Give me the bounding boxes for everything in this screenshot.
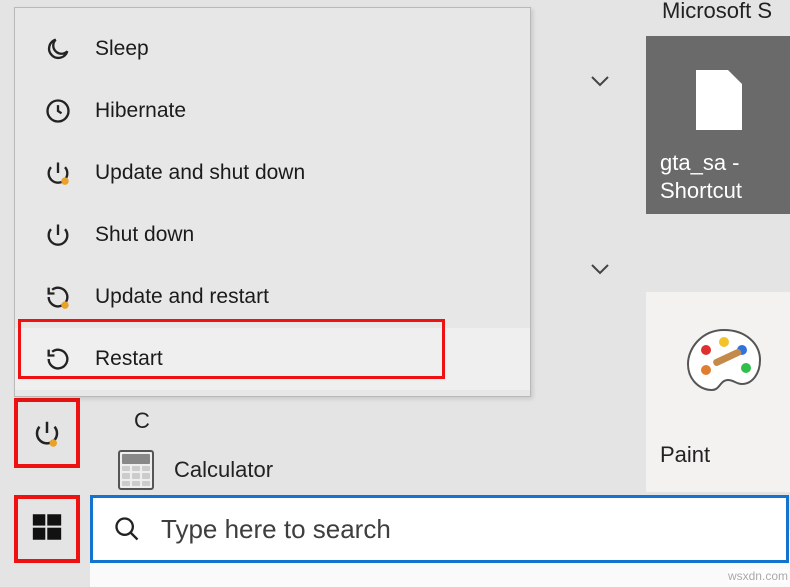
tile-paint[interactable]: Paint	[646, 292, 790, 492]
tile-label: Shortcut	[660, 178, 742, 204]
app-list-letter-header[interactable]: C	[134, 408, 150, 434]
menu-item-sleep[interactable]: Sleep	[15, 18, 530, 80]
power-button[interactable]	[14, 398, 80, 468]
restart-icon	[43, 344, 73, 374]
menu-item-label: Sleep	[95, 37, 149, 61]
power-icon	[43, 220, 73, 250]
power-update-icon	[43, 158, 73, 188]
menu-item-restart[interactable]: Restart	[15, 328, 530, 390]
windows-logo-icon	[30, 510, 64, 549]
calculator-icon	[118, 450, 154, 490]
search-placeholder: Type here to search	[161, 514, 391, 545]
menu-item-label: Restart	[95, 347, 163, 371]
tile-group-label[interactable]: Microsoft S	[662, 0, 772, 24]
start-button[interactable]	[14, 495, 80, 563]
menu-item-shutdown[interactable]: Shut down	[15, 204, 530, 266]
chevron-down-icon[interactable]	[590, 262, 610, 274]
power-update-icon	[32, 418, 62, 448]
paint-palette-icon	[684, 326, 764, 394]
chevron-down-icon[interactable]	[590, 74, 610, 86]
tile-label: gta_sa -	[660, 150, 740, 176]
moon-icon	[43, 34, 73, 64]
search-icon	[113, 515, 141, 543]
menu-item-update-restart[interactable]: Update and restart	[15, 266, 530, 328]
power-options-menu: Sleep Hibernate Update and shut down Shu…	[14, 7, 531, 397]
start-tile-panel: Microsoft S gta_sa - Shortcut Paint	[630, 0, 790, 530]
watermark: wsxdn.com	[728, 569, 788, 583]
menu-item-label: Update and shut down	[95, 161, 305, 185]
taskbar-search[interactable]: Type here to search	[90, 495, 789, 563]
clock-icon	[43, 96, 73, 126]
menu-item-label: Hibernate	[95, 99, 186, 123]
restart-update-icon	[43, 282, 73, 312]
menu-item-label: Update and restart	[95, 285, 269, 309]
tile-gta-shortcut[interactable]: gta_sa - Shortcut	[646, 36, 790, 214]
document-icon	[696, 70, 742, 130]
menu-item-update-shutdown[interactable]: Update and shut down	[15, 142, 530, 204]
app-list-item-calculator[interactable]: Calculator	[118, 450, 273, 490]
tile-label: Paint	[660, 442, 710, 468]
menu-item-hibernate[interactable]: Hibernate	[15, 80, 530, 142]
app-list-item-label: Calculator	[174, 457, 273, 483]
menu-item-label: Shut down	[95, 223, 194, 247]
